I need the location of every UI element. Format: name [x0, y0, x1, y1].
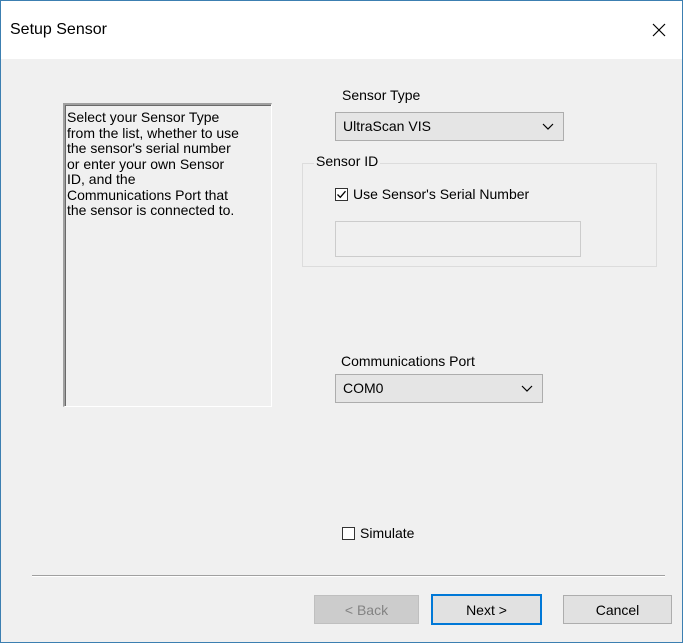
title-bar: Setup Sensor: [1, 1, 682, 59]
simulate-label: Simulate: [360, 525, 415, 541]
chevron-down-icon: [521, 385, 533, 392]
window-title: Setup Sensor: [10, 21, 107, 38]
button-separator: [32, 575, 665, 577]
use-serial-checkbox-row[interactable]: Use Sensor's Serial Number: [335, 186, 529, 202]
setup-sensor-dialog: Setup Sensor Select your Sensor Type fro…: [0, 0, 683, 643]
use-serial-checkbox[interactable]: [335, 187, 348, 201]
comm-port-dropdown[interactable]: COM0: [335, 374, 543, 403]
next-button[interactable]: Next >: [431, 594, 542, 625]
close-button[interactable]: [636, 11, 682, 49]
close-icon: [652, 23, 666, 37]
sensor-type-dropdown[interactable]: UltraScan VIS: [335, 112, 564, 141]
comm-port-value: COM0: [343, 380, 384, 396]
back-button[interactable]: < Back: [314, 595, 419, 624]
simulate-checkbox-row[interactable]: Simulate: [342, 525, 414, 541]
sensor-type-label: Sensor Type: [342, 87, 421, 103]
sensor-id-input[interactable]: [335, 221, 581, 257]
comm-port-label: Communications Port: [341, 353, 475, 369]
use-serial-label: Use Sensor's Serial Number: [353, 186, 530, 202]
simulate-checkbox[interactable]: [342, 526, 355, 540]
sensor-type-value: UltraScan VIS: [343, 118, 431, 134]
help-text-panel: Select your Sensor Type from the list, w…: [63, 103, 272, 407]
sensor-id-group-label: Sensor ID: [314, 153, 381, 169]
checkmark-icon: [337, 190, 346, 198]
chevron-down-icon: [542, 123, 554, 130]
cancel-button[interactable]: Cancel: [563, 595, 672, 624]
